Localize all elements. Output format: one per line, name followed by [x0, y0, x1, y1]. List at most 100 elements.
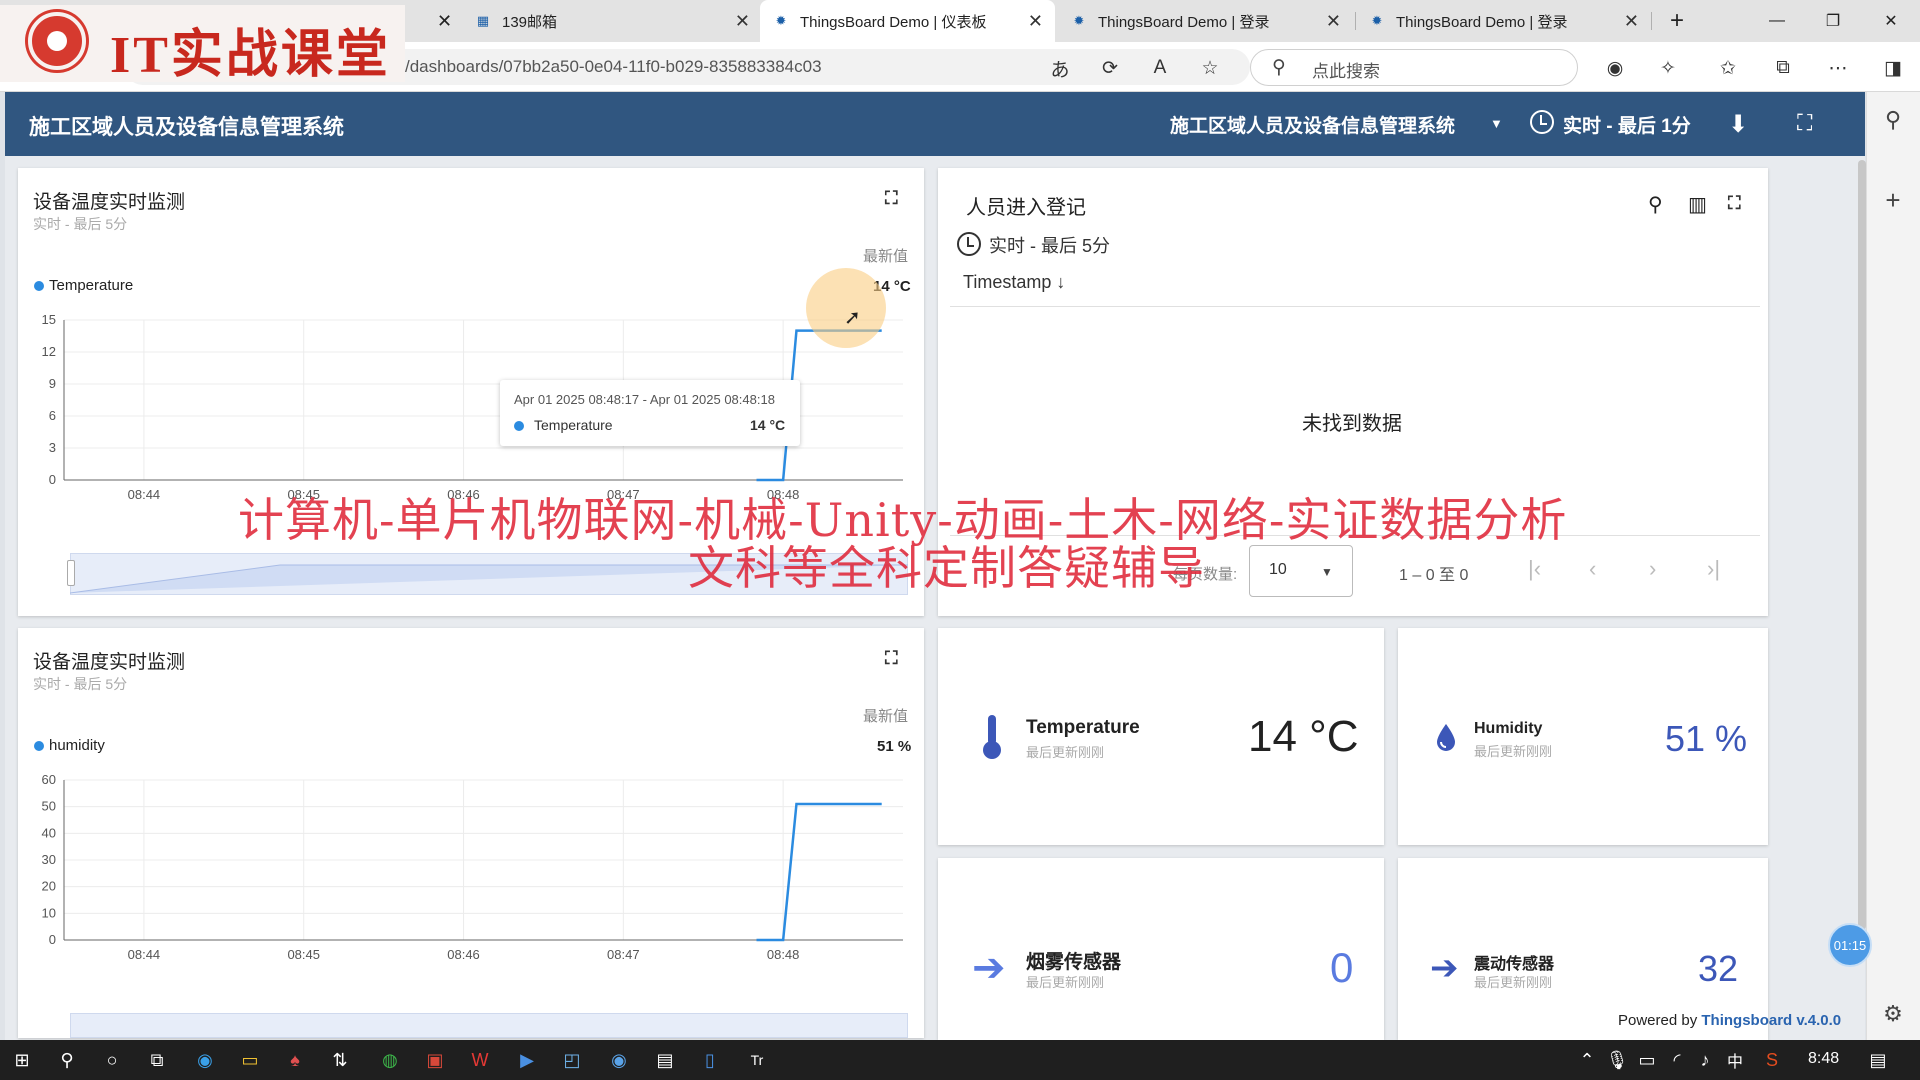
url-text[interactable]: /dashboards/07bb2a50-0e04-11f0-b029-8358… [405, 57, 822, 77]
taskbar-search-icon[interactable]: ⚲ [55, 1048, 79, 1072]
sogou-icon[interactable]: S [1760, 1048, 1784, 1072]
favorites-icon[interactable]: ✩ [1715, 55, 1741, 81]
fullscreen-icon[interactable]: ⛶ [1797, 110, 1812, 136]
next-page-icon[interactable]: › [1649, 556, 1656, 582]
tab-mail[interactable]: ▦ 139邮箱 ✕ [462, 0, 762, 42]
settings-gear-icon[interactable]: ⚙ [1879, 1000, 1907, 1028]
chart-title: 设备温度实时监测 [33, 652, 186, 673]
zoom-handle-left[interactable] [67, 560, 75, 586]
app-icon-6[interactable]: ◉ [607, 1048, 631, 1072]
terminal-icon[interactable]: ▶ [515, 1048, 539, 1072]
favorite-star-icon[interactable]: ☆ [1197, 55, 1223, 81]
legend-label[interactable]: humidity [49, 737, 105, 754]
wifi-icon[interactable]: ◜ [1665, 1048, 1689, 1072]
read-aloud-icon[interactable]: A [1147, 55, 1173, 81]
app-icon-7[interactable]: ▤ [653, 1048, 677, 1072]
restore-button[interactable]: ❐ [1813, 8, 1853, 34]
search-icon[interactable]: ⚲ [1648, 192, 1663, 217]
y-tick-label: 50 [42, 799, 56, 814]
close-tab-icon[interactable]: ✕ [437, 11, 452, 32]
volume-muted-icon[interactable]: ♪ [1693, 1048, 1717, 1072]
powered-brand-link[interactable]: Thingsboard v.4.0.0 [1701, 1012, 1841, 1029]
page-size-select[interactable] [1249, 545, 1353, 597]
app-icon-4[interactable]: ▣ [423, 1048, 447, 1072]
app-icon-2[interactable]: ⇅ [328, 1048, 352, 1072]
humidity-line-chart[interactable]: 0 10 20 30 40 50 60 08:44 08:45 08:46 08:47 08:48 [18, 760, 924, 1000]
y-tick-label: 10 [42, 905, 56, 920]
x-tick-label: 08:48 [767, 947, 800, 962]
windows-start-icon[interactable]: ⊞ [10, 1048, 34, 1072]
notifications-icon[interactable]: ▤ [1866, 1048, 1890, 1072]
close-tab-icon[interactable]: ✕ [1028, 11, 1043, 32]
prev-page-icon[interactable]: ‹ [1589, 556, 1596, 582]
minimize-button[interactable]: — [1757, 8, 1797, 34]
empty-state-text: 未找到数据 [1302, 413, 1402, 435]
arrow-right-icon: ➔ [972, 946, 1006, 990]
header-divider [950, 306, 1760, 307]
floating-timer-badge[interactable]: 01:15 [1828, 923, 1872, 967]
zoom-slider[interactable] [70, 1013, 908, 1038]
cortana-icon[interactable]: ○ [100, 1048, 124, 1072]
sidebar-toggle-icon[interactable]: ◨ [1880, 55, 1906, 81]
ime-indicator[interactable]: 中 [1723, 1048, 1747, 1072]
typora-icon[interactable]: Tr [745, 1048, 769, 1072]
close-tab-icon[interactable]: ✕ [1326, 11, 1341, 32]
search-box[interactable] [1250, 49, 1578, 86]
x-tick-label: 08:47 [607, 947, 640, 962]
fullscreen-icon[interactable]: ⛶ [885, 648, 898, 669]
y-tick-label: 0 [49, 472, 56, 487]
document-icon[interactable]: ▯ [698, 1048, 722, 1072]
fullscreen-icon[interactable]: ⛶ [885, 188, 898, 209]
value-updated: 最后更新刚刚 [1474, 744, 1553, 759]
watermark-overlay-line2: 文科等全科定制答疑辅导 [688, 541, 1205, 595]
task-view-icon[interactable]: ⧉ [145, 1048, 169, 1072]
tray-expand-icon[interactable]: ⌃ [1575, 1048, 1599, 1072]
sidebar-search-icon[interactable]: ⚲ [1879, 106, 1907, 134]
tooltip-time: Apr 01 2025 08:48:17 - Apr 01 2025 08:48… [514, 392, 775, 407]
first-page-icon[interactable]: |‹ [1528, 556, 1541, 582]
close-tab-icon[interactable]: ✕ [735, 11, 750, 32]
value-number: 0 [1330, 944, 1354, 991]
window-close-button[interactable]: ✕ [1871, 8, 1911, 34]
file-explorer-icon[interactable]: ▭ [238, 1048, 262, 1072]
dropdown-caret-icon[interactable]: ▼ [1490, 116, 1503, 131]
refresh-extension-icon[interactable]: ⟳ [1097, 55, 1123, 81]
tab-dashboard[interactable]: ✹ ThingsBoard Demo | 仪表板 ✕ [760, 0, 1055, 42]
tooltip-dot [514, 421, 524, 431]
timewindow-button[interactable]: 实时 - 最后 1分 [1563, 111, 1691, 138]
new-tab-button[interactable]: + [1657, 7, 1697, 34]
page-range: 1 – 0 至 0 [1399, 567, 1469, 584]
table-timewindow[interactable]: 实时 - 最后 5分 [989, 232, 1110, 258]
columns-icon[interactable]: ▥ [1688, 192, 1707, 217]
search-placeholder[interactable]: 点此搜索 [1312, 57, 1380, 82]
column-header-timestamp[interactable]: Timestamp ↓ [963, 272, 1065, 293]
extensions-puzzle-icon[interactable]: ✧ [1655, 55, 1681, 81]
battery-icon[interactable]: ▭ [1635, 1048, 1659, 1072]
download-icon[interactable]: ⬇ [1728, 110, 1748, 139]
collections-icon[interactable]: ⧉ [1770, 55, 1796, 81]
clock-icon[interactable] [1530, 110, 1554, 134]
microphone-icon[interactable]: 🎙︎ [1605, 1048, 1629, 1072]
close-tab-icon[interactable]: ✕ [1624, 11, 1639, 32]
app-icon-3[interactable]: ◍ [378, 1048, 402, 1072]
sidebar-add-icon[interactable]: + [1879, 185, 1907, 215]
search-icon: ⚲ [1272, 57, 1286, 78]
last-page-icon[interactable]: ›| [1707, 556, 1720, 582]
page-scrollbar[interactable] [1858, 160, 1866, 930]
taskbar-clock[interactable]: 8:48 [1808, 1050, 1839, 1068]
app-icon-5[interactable]: ◰ [560, 1048, 584, 1072]
fullscreen-icon[interactable]: ⛶ [1728, 193, 1741, 214]
y-tick-label: 9 [49, 376, 56, 391]
legend-label[interactable]: Temperature [49, 277, 133, 294]
extension-icon[interactable]: ◉ [1602, 55, 1628, 81]
dashboard-select[interactable]: 施工区域人员及设备信息管理系统 [1170, 111, 1455, 138]
powered-by: Powered by Thingsboard v.4.0.0 [1618, 1012, 1841, 1029]
app-icon-1[interactable]: ♠ [283, 1048, 307, 1072]
wps-icon[interactable]: W [468, 1048, 492, 1072]
tab-login-2[interactable]: ✹ ThingsBoard Demo | 登录 ✕ [1356, 0, 1651, 42]
translate-icon[interactable]: あ [1047, 55, 1073, 81]
more-menu-icon[interactable]: ⋯ [1825, 55, 1851, 81]
tab-login-1[interactable]: ✹ ThingsBoard Demo | 登录 ✕ [1058, 0, 1353, 42]
edge-browser-icon[interactable]: ◉ [193, 1048, 217, 1072]
chart-subtitle: 实时 - 最后 5分 [33, 216, 128, 232]
